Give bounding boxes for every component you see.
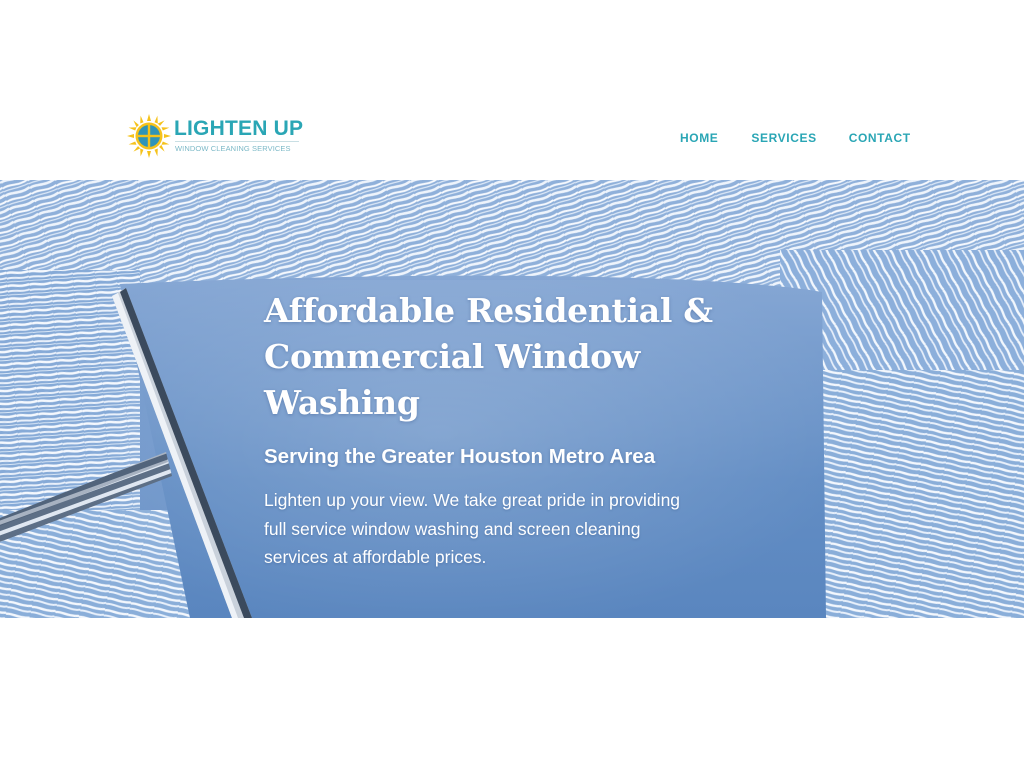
logo-title: LIGHTEN UP	[174, 117, 304, 140]
logo-tagline: WINDOW CLEANING SERVICES	[175, 144, 291, 153]
hero-section: Affordable Residential & Commercial Wind…	[0, 180, 1024, 618]
nav-contact-link[interactable]: CONTACT	[849, 130, 911, 146]
site-header: LIGHTEN UP WINDOW CLEANING SERVICES HOME…	[0, 0, 1024, 180]
hero-content: Affordable Residential & Commercial Wind…	[264, 288, 724, 572]
main-nav: HOME SERVICES CONTACT	[680, 130, 911, 146]
hero-description: Lighten up your view. We take great prid…	[264, 490, 681, 567]
nav-home-link[interactable]: HOME	[680, 130, 718, 146]
hero-title: Affordable Residential & Commercial Wind…	[264, 291, 713, 422]
nav-services-link[interactable]: SERVICES	[751, 130, 816, 146]
site-logo[interactable]: LIGHTEN UP WINDOW CLEANING SERVICES	[127, 114, 307, 162]
page: LIGHTEN UP WINDOW CLEANING SERVICES HOME…	[0, 0, 1024, 768]
sun-window-icon	[127, 114, 171, 158]
logo-divider	[175, 141, 299, 142]
hero-subtitle: Serving the Greater Houston Metro Area	[264, 445, 656, 468]
